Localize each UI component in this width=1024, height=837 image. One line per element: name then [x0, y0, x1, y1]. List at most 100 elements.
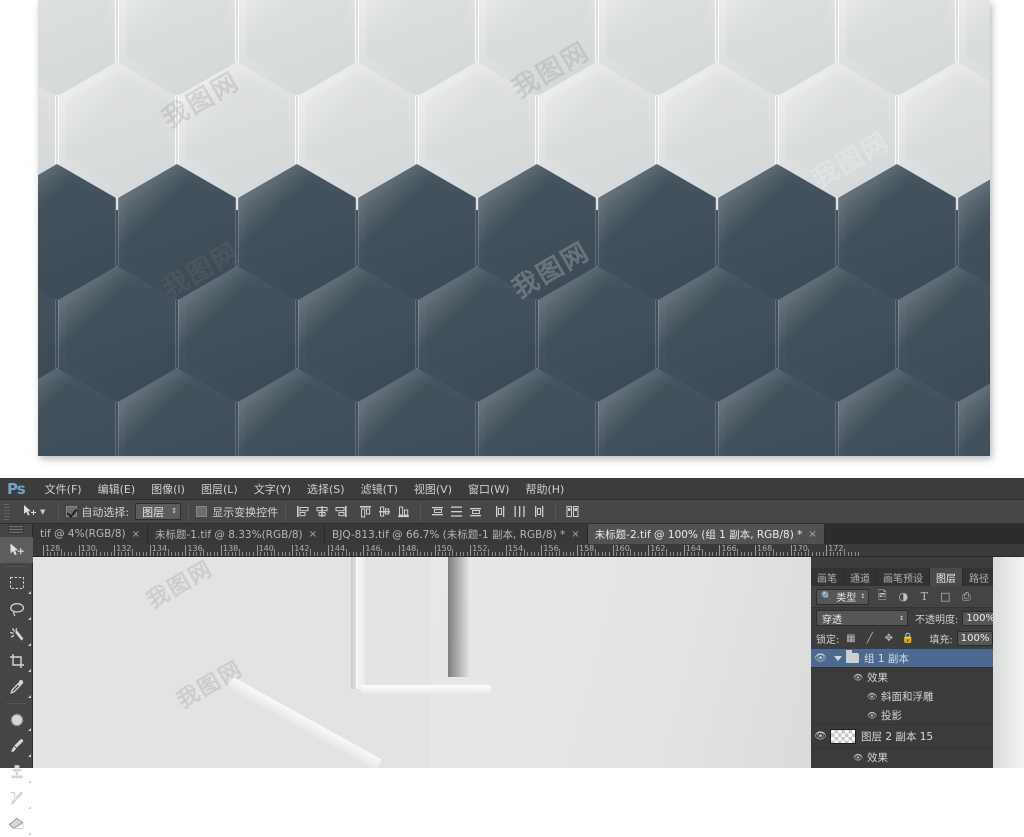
- history-brush-tool-icon: [10, 791, 23, 805]
- show-transform-controls-checkbox[interactable]: [196, 506, 208, 517]
- tab-brush[interactable]: 画笔: [811, 568, 844, 586]
- close-icon[interactable]: ×: [808, 529, 816, 540]
- ruler-minor-tick: [488, 549, 489, 556]
- menu-select[interactable]: 选择(S): [299, 478, 353, 500]
- fill-input[interactable]: 100%: [956, 630, 994, 646]
- menu-view[interactable]: 视图(V): [406, 478, 460, 500]
- effect-name: 投影: [881, 709, 902, 722]
- menu-layer[interactable]: 图层(L): [193, 478, 246, 500]
- tool-history-brush[interactable]: [0, 785, 33, 811]
- auto-align-layers-button[interactable]: [563, 503, 585, 521]
- tab-brush-presets[interactable]: 画笔预设: [877, 568, 930, 586]
- layer-thumbnail[interactable]: [830, 728, 856, 744]
- tool-rectangular-marquee[interactable]: [0, 570, 33, 596]
- close-icon[interactable]: ×: [309, 529, 317, 540]
- document-tab-label: 未标题-1.tif @ 8.33%(RGB/8): [155, 528, 303, 541]
- document-tab-label: 未标题-2.tif @ 100% (组 1 副本, RGB/8) *: [594, 528, 803, 541]
- filter-pixel-icon[interactable]: 🖻: [874, 589, 890, 605]
- tool-spot-healing-brush[interactable]: [0, 707, 33, 733]
- options-bar-grip[interactable]: [4, 503, 10, 520]
- visibility-eye-icon[interactable]: 👁: [863, 692, 881, 701]
- distribute-right-edges-button[interactable]: [529, 503, 548, 521]
- tool-clone-stamp[interactable]: [0, 759, 33, 785]
- tool-flyout-indicator: [28, 669, 31, 672]
- align-bottom-edges-button[interactable]: [394, 503, 413, 521]
- document-tab-3[interactable]: BJQ-813.tif @ 66.7% (未标题-1 副本, RGB/8) * …: [325, 524, 588, 544]
- options-separator: [285, 502, 287, 521]
- menu-bar: Ps 文件(F) 编辑(E) 图像(I) 图层(L) 文字(Y) 选择(S) 滤…: [0, 478, 1024, 500]
- align-vertical-centers-button[interactable]: [375, 503, 394, 521]
- close-icon[interactable]: ×: [132, 529, 140, 540]
- visibility-eye-icon[interactable]: 👁: [849, 673, 867, 682]
- lock-all-icon[interactable]: 🔒: [900, 631, 915, 646]
- menu-help[interactable]: 帮助(H): [517, 478, 572, 500]
- visibility-eye-icon[interactable]: 👁: [863, 711, 881, 720]
- blend-mode-value: 穿透: [822, 614, 842, 626]
- horizontal-ruler[interactable]: 128 130 132 134 136 138 140 142 144 146 148 150 152 1…: [33, 544, 1024, 557]
- menu-window[interactable]: 窗口(W): [460, 478, 517, 500]
- distribute-horizontal-centers-button[interactable]: [510, 503, 529, 521]
- align-right-edges-button[interactable]: [331, 503, 350, 521]
- menu-image[interactable]: 图像(I): [143, 478, 193, 500]
- tool-eyedropper[interactable]: [0, 674, 33, 700]
- distribute-vertical-centers-button[interactable]: [447, 503, 466, 521]
- visibility-eye-icon[interactable]: 👁: [811, 653, 830, 664]
- auto-select-checkbox[interactable]: [66, 506, 78, 517]
- ruler-minor-tick: [737, 549, 739, 556]
- auto-select-label: 自动选择:: [81, 505, 130, 519]
- fill-label: 填充:: [929, 634, 953, 646]
- tab-paths[interactable]: 路径: [963, 568, 996, 586]
- show-transform-controls-label: 显示变换控件: [212, 505, 279, 519]
- tab-channels[interactable]: 通道: [844, 568, 877, 586]
- menu-type[interactable]: 文字(Y): [246, 478, 299, 500]
- group-expand-triangle-icon[interactable]: [834, 655, 842, 661]
- align-left-edges-button[interactable]: [293, 503, 312, 521]
- layer-filter-kind-dropdown[interactable]: 🔍 类型 ↕: [816, 588, 870, 605]
- tool-lasso[interactable]: [0, 596, 33, 622]
- search-icon: 🔍: [821, 591, 833, 602]
- tab-layers[interactable]: 图层: [930, 568, 963, 586]
- tools-panel-grip[interactable]: [8, 525, 24, 534]
- document-tab-1[interactable]: tif @ 4%(RGB/8) ×: [33, 524, 149, 544]
- tool-magic-wand[interactable]: [0, 622, 33, 648]
- menu-file[interactable]: 文件(F): [37, 478, 90, 500]
- tool-brush[interactable]: [0, 733, 33, 759]
- tool-eraser[interactable]: [0, 811, 33, 837]
- tool-crop[interactable]: [0, 648, 33, 674]
- close-icon[interactable]: ×: [571, 529, 579, 540]
- active-tool-preset-picker[interactable]: ▼: [16, 504, 51, 519]
- menu-filter[interactable]: 滤镜(T): [353, 478, 406, 500]
- visibility-eye-icon[interactable]: 👁: [849, 753, 867, 762]
- document-tab-4-active[interactable]: 未标题-2.tif @ 100% (组 1 副本, RGB/8) * ×: [587, 524, 825, 544]
- filter-shape-icon[interactable]: □: [937, 589, 953, 605]
- ruler-minor-tick: [452, 549, 454, 556]
- hexagon-seam-vertical: [356, 557, 365, 689]
- spot-healing-brush-tool-icon: [10, 713, 23, 727]
- auto-select-scope-dropdown[interactable]: 图层 ↕: [135, 503, 182, 520]
- tool-flyout-indicator: [28, 832, 31, 835]
- menu-edit[interactable]: 编辑(E): [90, 478, 144, 500]
- ruler-minor-tick: [238, 549, 240, 556]
- distribute-top-edges-button[interactable]: [428, 503, 447, 521]
- filter-type-icon[interactable]: T: [916, 589, 932, 605]
- lock-transparent-pixels-icon[interactable]: ▦: [843, 631, 858, 646]
- align-horizontal-centers-button[interactable]: [312, 503, 331, 521]
- distribute-left-edges-button[interactable]: [491, 503, 510, 521]
- tool-flyout-indicator: [28, 617, 31, 620]
- blend-mode-dropdown[interactable]: 穿透 ↕: [816, 610, 908, 626]
- distribute-bottom-edges-button[interactable]: [466, 503, 485, 521]
- filter-smartobject-icon[interactable]: ⎙: [958, 589, 974, 605]
- tools-divider: [6, 566, 26, 567]
- visibility-eye-icon[interactable]: 👁: [811, 731, 830, 742]
- desktop-background: [993, 557, 1024, 768]
- filter-adjustment-icon[interactable]: ◑: [895, 589, 911, 605]
- tool-move[interactable]: [0, 537, 33, 563]
- document-tab-2[interactable]: 未标题-1.tif @ 8.33%(RGB/8) ×: [148, 524, 326, 544]
- ruler-minor-tick: [630, 549, 632, 556]
- lock-image-pixels-icon[interactable]: ╱: [862, 631, 877, 646]
- chevron-updown-icon: ↕: [860, 593, 866, 600]
- lock-position-icon[interactable]: ✥: [881, 631, 896, 646]
- align-top-edges-button[interactable]: [356, 503, 375, 521]
- document-canvas[interactable]: 我图网 我图网: [33, 557, 811, 768]
- canvas-artwork: 我图网 我图网: [33, 557, 811, 768]
